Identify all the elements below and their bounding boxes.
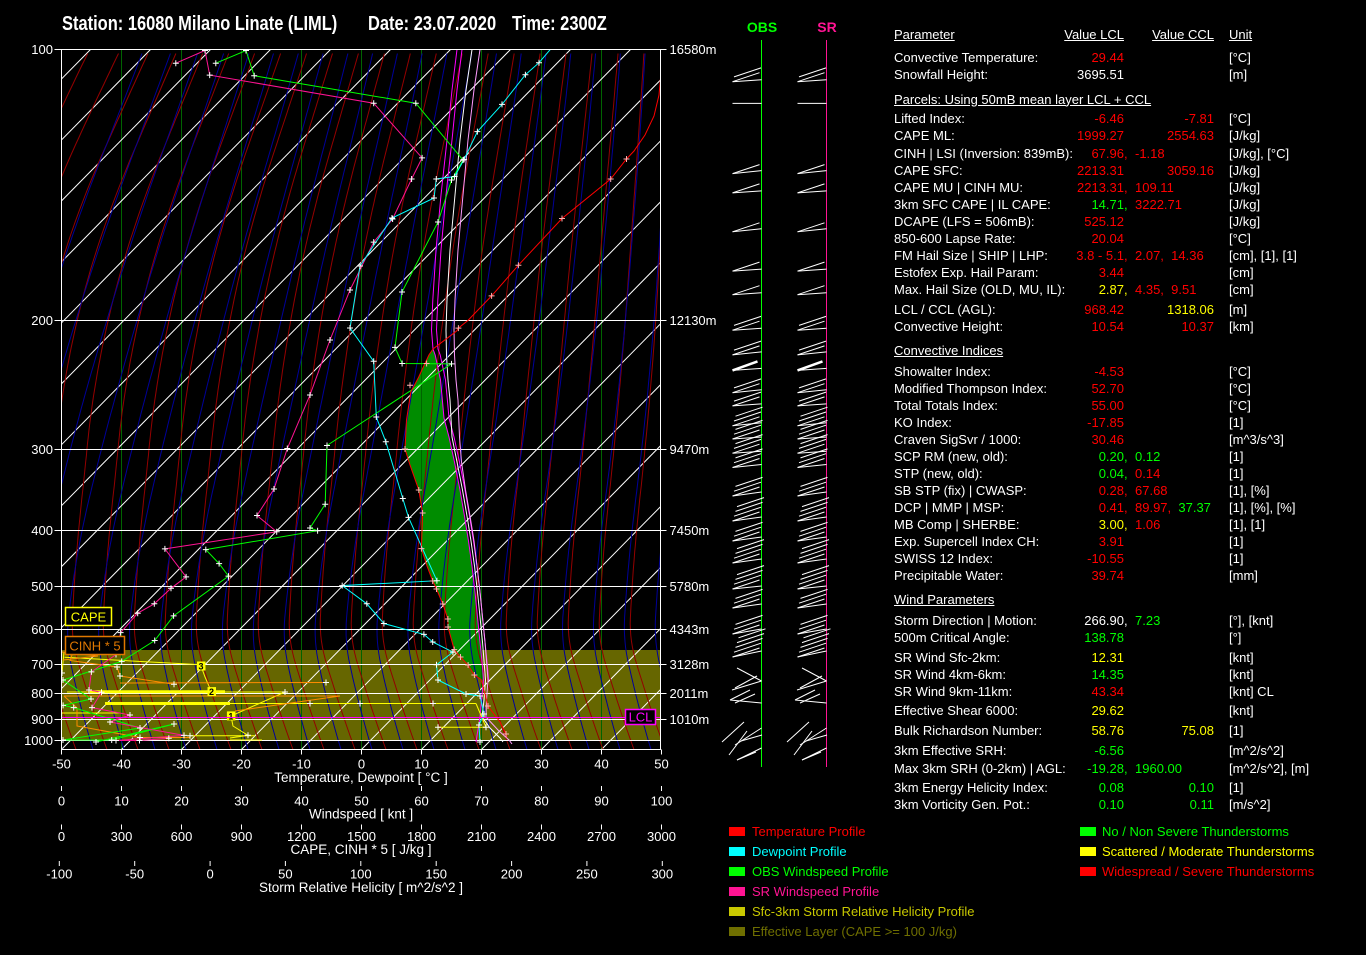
svg-text:-30: -30 (172, 756, 191, 771)
svg-text:30: 30 (534, 756, 548, 771)
svg-text:CAPE, CINH * 5 [ J/kg ]: CAPE, CINH * 5 [ J/kg ] (290, 842, 431, 857)
svg-text:700: 700 (31, 657, 53, 672)
svg-text:5780m: 5780m (670, 579, 710, 594)
svg-text:2011m: 2011m (670, 686, 709, 701)
svg-text:900: 900 (231, 829, 253, 844)
svg-text:0: 0 (58, 794, 65, 809)
svg-text:1: 1 (228, 711, 233, 721)
svg-text:100: 100 (651, 794, 673, 809)
svg-text:3128m: 3128m (670, 657, 710, 672)
svg-text:CAPE: CAPE (71, 610, 107, 625)
svg-text:200: 200 (501, 867, 523, 882)
svg-text:OBS: OBS (747, 19, 777, 35)
svg-text:300: 300 (111, 829, 133, 844)
svg-text:LCL: LCL (629, 710, 653, 725)
svg-text:Storm Relative Helicity [ m^2: Storm Relative Helicity [ m^2/s^2 ] (259, 880, 463, 895)
svg-text:2700: 2700 (587, 829, 616, 844)
svg-text:50: 50 (654, 756, 668, 771)
svg-text:-100: -100 (46, 867, 72, 882)
svg-text:1010m: 1010m (670, 712, 710, 727)
svg-text:300: 300 (651, 867, 673, 882)
svg-text:80: 80 (534, 794, 548, 809)
svg-text:Temperature, Dewpoint [ °C ]: Temperature, Dewpoint [ °C ] (274, 770, 447, 785)
svg-text:0: 0 (206, 867, 213, 882)
svg-text:600: 600 (31, 622, 53, 637)
svg-text:-50: -50 (125, 867, 144, 882)
svg-text:CINH * 5: CINH * 5 (69, 639, 120, 654)
svg-text:20: 20 (474, 756, 488, 771)
svg-text:300: 300 (31, 442, 53, 457)
svg-text:2400: 2400 (527, 829, 556, 844)
svg-text:SR: SR (817, 19, 836, 35)
svg-text:-50: -50 (52, 756, 71, 771)
svg-text:2: 2 (209, 687, 214, 697)
svg-text:100: 100 (31, 42, 53, 57)
svg-text:3: 3 (198, 662, 203, 672)
svg-text:400: 400 (31, 523, 53, 538)
svg-text:-20: -20 (232, 756, 251, 771)
svg-text:30: 30 (234, 794, 248, 809)
svg-text:800: 800 (31, 686, 53, 701)
svg-text:90: 90 (594, 794, 608, 809)
svg-text:-40: -40 (112, 756, 131, 771)
svg-text:Windspeed [ knt ]: Windspeed [ knt ] (309, 807, 413, 822)
svg-text:250: 250 (576, 867, 598, 882)
svg-text:0: 0 (58, 829, 65, 844)
svg-text:1000: 1000 (24, 733, 53, 748)
svg-text:7450m: 7450m (670, 523, 710, 538)
svg-text:9470m: 9470m (670, 442, 710, 457)
svg-text:10: 10 (114, 794, 128, 809)
svg-text:60: 60 (414, 794, 428, 809)
svg-text:900: 900 (31, 712, 53, 727)
svg-text:70: 70 (474, 794, 488, 809)
svg-text:500: 500 (31, 579, 53, 594)
svg-text:12130m: 12130m (670, 313, 717, 328)
svg-text:4343m: 4343m (670, 622, 710, 637)
svg-text:40: 40 (594, 756, 608, 771)
svg-text:600: 600 (171, 829, 193, 844)
svg-text:16580m: 16580m (670, 42, 717, 57)
svg-text:200: 200 (31, 313, 53, 328)
svg-text:20: 20 (174, 794, 188, 809)
svg-text:2100: 2100 (467, 829, 496, 844)
svg-text:3000: 3000 (647, 829, 676, 844)
svg-text:40: 40 (294, 794, 308, 809)
